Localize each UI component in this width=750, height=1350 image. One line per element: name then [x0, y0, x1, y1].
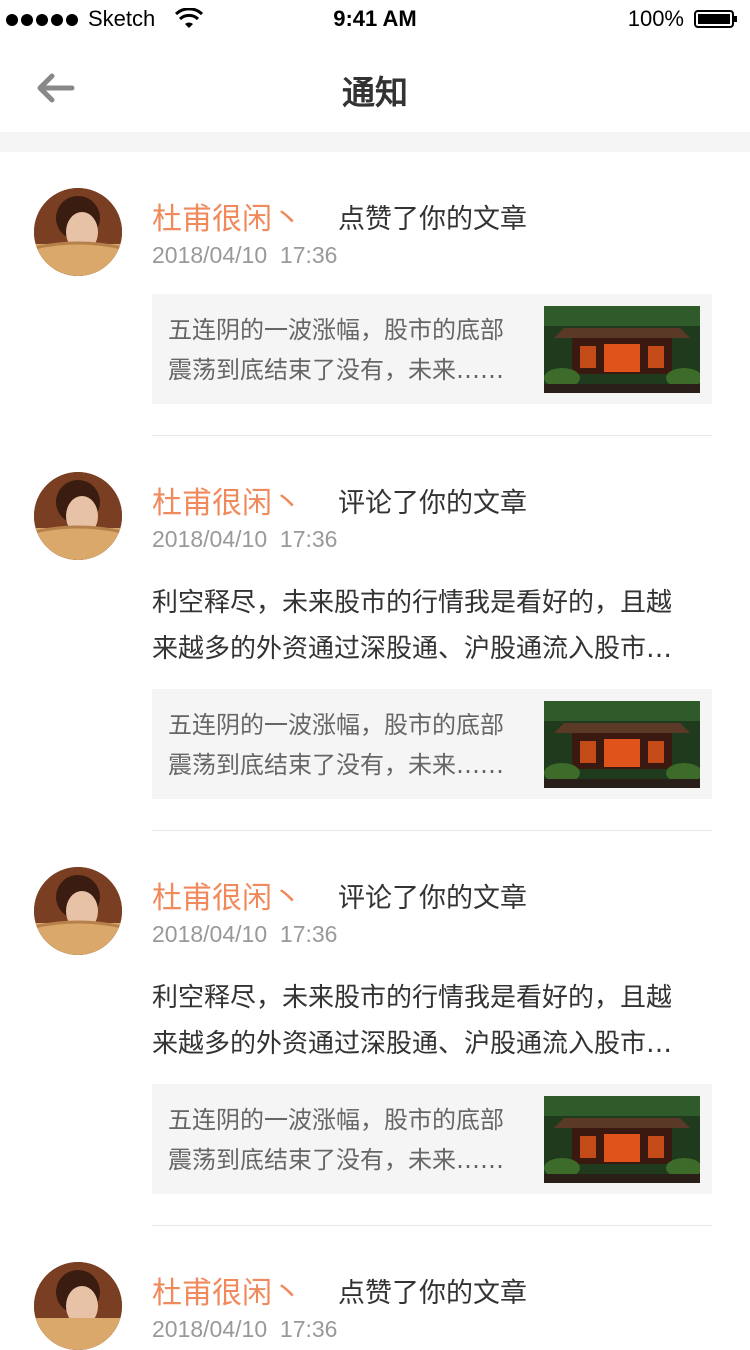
user-avatar[interactable] [34, 1262, 122, 1350]
timestamp: 2018/04/10 17:36 [152, 526, 338, 552]
status-bar: Sketch 9:41 AM 100% [0, 0, 750, 40]
article-thumbnail [544, 701, 700, 788]
timestamp: 2018/04/10 17:36 [152, 1316, 338, 1342]
action-text: 点赞了你的文章 [338, 1278, 527, 1309]
page-title: 通知 [342, 73, 408, 112]
section-divider [0, 132, 750, 152]
notification-item[interactable]: 杜甫很闲丶 点赞了你的文章 2018/04/10 17:36 [0, 1226, 750, 1350]
username-link[interactable]: 杜甫很闲丶 [152, 478, 302, 522]
comment-text: 利空释尽，未来股市的行情我是看好的，且越 来越多的外资通过深股通、沪股通流入股市… [152, 983, 673, 1059]
action-text: 点赞了你的文章 [338, 204, 527, 235]
notification-item[interactable]: 杜甫很闲丶 评论了你的文章 2018/04/10 17:36 利空释尽，未来股市… [0, 831, 750, 1226]
article-thumbnail [544, 1096, 700, 1183]
article-card[interactable]: 五连阴的一波涨幅，股市的底部 震荡到底结束了没有，未来…… [152, 1084, 712, 1194]
navigation-bar: 通知 [0, 40, 750, 132]
notification-list: 杜甫很闲丶 点赞了你的文章 2018/04/10 17:36 五连阴的一波涨幅，… [0, 152, 750, 1350]
action-text: 评论了你的文章 [338, 883, 527, 914]
article-excerpt: 五连阴的一波涨幅，股市的底部 震荡到底结束了没有，未来…… [168, 711, 504, 779]
timestamp: 2018/04/10 17:36 [152, 242, 338, 268]
notification-item[interactable]: 杜甫很闲丶 评论了你的文章 2018/04/10 17:36 利空释尽，未来股市… [0, 436, 750, 831]
comment-text: 利空释尽，未来股市的行情我是看好的，且越 来越多的外资通过深股通、沪股通流入股市… [152, 588, 673, 664]
notification-item[interactable]: 杜甫很闲丶 点赞了你的文章 2018/04/10 17:36 五连阴的一波涨幅，… [0, 152, 750, 436]
user-avatar[interactable] [34, 188, 122, 276]
username-link[interactable]: 杜甫很闲丶 [152, 1268, 302, 1312]
user-avatar[interactable] [34, 472, 122, 560]
article-excerpt: 五连阴的一波涨幅，股市的底部 震荡到底结束了没有，未来…… [168, 1106, 504, 1174]
article-card[interactable]: 五连阴的一波涨幅，股市的底部 震荡到底结束了没有，未来…… [152, 294, 712, 404]
username-link[interactable]: 杜甫很闲丶 [152, 873, 302, 917]
user-avatar[interactable] [34, 867, 122, 955]
username-link[interactable]: 杜甫很闲丶 [152, 194, 302, 238]
article-excerpt: 五连阴的一波涨幅，股市的底部 震荡到底结束了没有，未来…… [168, 316, 504, 384]
article-thumbnail [544, 306, 700, 393]
battery-percentage: 100% [627, 6, 684, 31]
action-text: 评论了你的文章 [338, 488, 527, 519]
article-card[interactable]: 五连阴的一波涨幅，股市的底部 震荡到底结束了没有，未来…… [152, 689, 712, 799]
battery-icon [694, 10, 737, 28]
timestamp: 2018/04/10 17:36 [152, 921, 338, 947]
